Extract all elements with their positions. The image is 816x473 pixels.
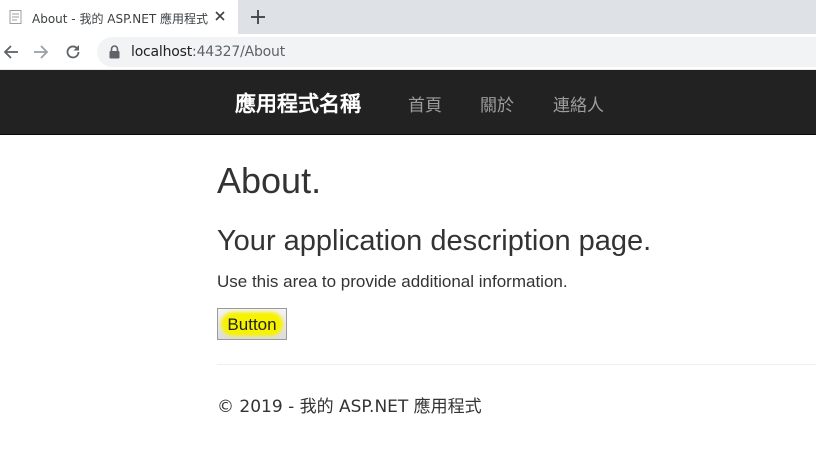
info-text: Use this area to provide additional info… (217, 272, 568, 291)
footer-divider (217, 364, 816, 365)
nav-link-contact[interactable]: 連絡人 (553, 91, 604, 116)
footer-text: © 2019 - 我的 ASP.NET 應用程式 (217, 397, 482, 417)
browser-tab[interactable]: About - 我的 ASP.NET 應用程式 (0, 0, 238, 34)
page-title: About. (217, 160, 322, 201)
page-favicon-icon (9, 10, 22, 24)
reload-icon[interactable] (64, 43, 82, 61)
browser-tab-strip: About - 我的 ASP.NET 應用程式 (0, 0, 816, 34)
site-navbar: 應用程式名稱 首頁 關於 連絡人 (0, 70, 816, 135)
browser-toolbar: localhost:44327/About (0, 34, 816, 70)
address-bar[interactable]: localhost:44327/About (97, 37, 816, 67)
close-tab-icon[interactable] (212, 8, 228, 24)
action-button[interactable]: Button (217, 308, 287, 340)
nav-link-about[interactable]: 關於 (480, 91, 514, 116)
url-path: :44327/About (192, 44, 286, 60)
page-subtitle: Your application description page. (217, 225, 652, 257)
lock-icon[interactable] (109, 45, 120, 59)
tab-title: About - 我的 ASP.NET 應用程式 (32, 12, 208, 26)
url-text: localhost:44327/About (131, 44, 285, 60)
back-arrow-icon[interactable] (2, 43, 20, 61)
site-brand-link[interactable]: 應用程式名稱 (235, 88, 361, 118)
url-host: localhost (131, 44, 193, 60)
forward-arrow-icon[interactable] (32, 43, 50, 61)
button-label: Button (227, 315, 277, 334)
new-tab-plus-icon[interactable] (249, 8, 267, 26)
nav-link-home[interactable]: 首頁 (408, 91, 442, 116)
